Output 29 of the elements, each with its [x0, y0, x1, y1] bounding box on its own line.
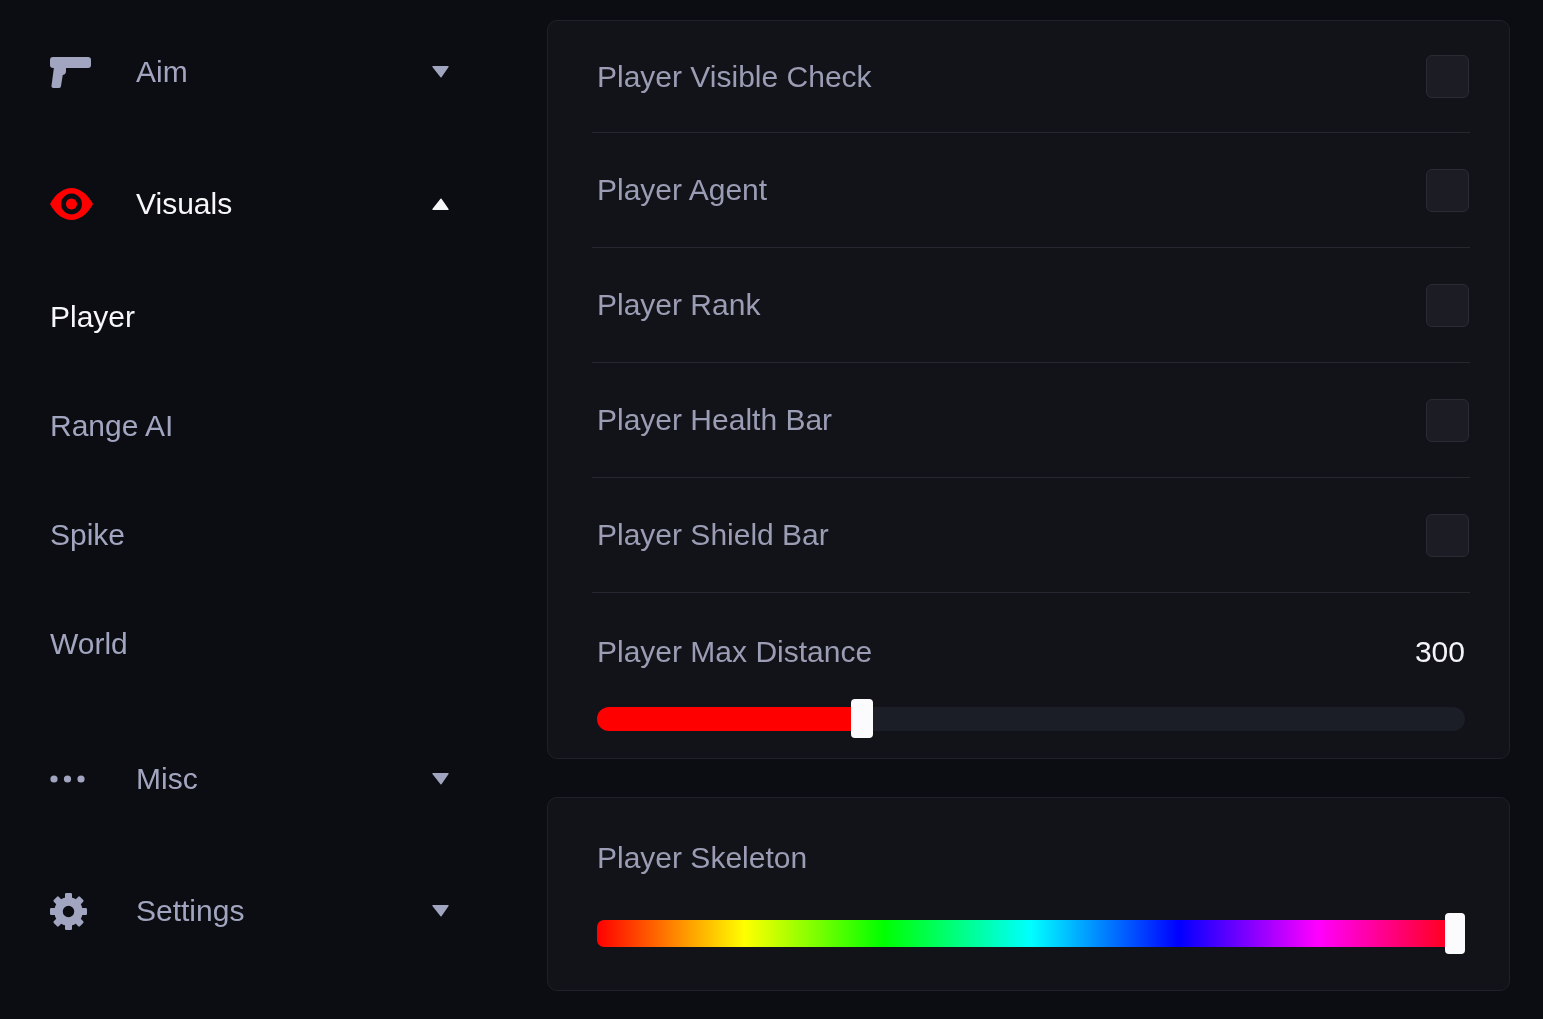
setting-label: Player Skeleton: [597, 841, 808, 874]
slider-thumb[interactable]: [850, 699, 873, 738]
submenu-item[interactable]: World: [50, 627, 128, 661]
slider-value: 300: [1414, 635, 1465, 669]
menu-section-button[interactable]: Visuals: [50, 174, 450, 234]
setting-label: Player Agent: [597, 173, 768, 207]
setting-label: Player Rank: [597, 288, 761, 322]
checkbox[interactable]: [1426, 168, 1469, 212]
slider-thumb[interactable]: [1445, 913, 1465, 954]
setting-label: Player Health Bar: [597, 403, 833, 437]
checkbox[interactable]: [1426, 513, 1469, 557]
submenu-item[interactable]: Spike: [50, 518, 126, 552]
setting-label: Player Max Distance: [597, 635, 873, 669]
menu-section-button[interactable]: Misc: [50, 749, 450, 809]
checkbox[interactable]: [1426, 283, 1469, 327]
slider-track[interactable]: [597, 699, 1465, 738]
hue-slider-track[interactable]: [597, 913, 1465, 954]
menu-section-button[interactable]: Settings: [50, 881, 450, 941]
eye-icon: [50, 188, 93, 220]
checkbox[interactable]: [1426, 398, 1469, 442]
dots-icon: [50, 775, 85, 783]
checkbox[interactable]: [1426, 55, 1469, 98]
gear-icon: [50, 892, 87, 930]
menu-section-button[interactable]: Aim: [50, 42, 450, 102]
submenu-item[interactable]: Range AI: [50, 409, 174, 443]
setting-label: Player Shield Bar: [597, 518, 829, 552]
submenu-item[interactable]: Player: [50, 300, 136, 334]
setting-label: Player Visible Check: [597, 59, 872, 94]
pistol-icon: [50, 56, 91, 88]
